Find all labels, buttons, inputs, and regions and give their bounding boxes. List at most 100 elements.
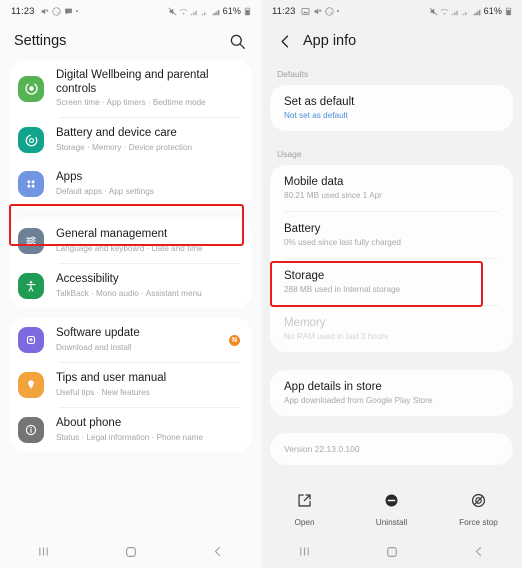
- app-info-list[interactable]: Defaults Set as default Not set as defau…: [261, 60, 522, 465]
- force-stop-button[interactable]: Force stop: [444, 492, 514, 527]
- sidebar-item-apps[interactable]: Apps Default apps · App settings: [9, 162, 252, 209]
- sidebar-item-label: Digital Wellbeing and parental controls: [56, 69, 209, 95]
- app-info-app-bar: App info: [261, 22, 522, 60]
- list-item-battery[interactable]: Battery 0% used since last fully charged: [270, 212, 513, 258]
- nav-bar-right[interactable]: [261, 535, 522, 568]
- battery-percent: 61%: [222, 6, 241, 16]
- sidebar-item-label: About phone: [56, 417, 122, 430]
- chevron-left-icon[interactable]: [275, 31, 295, 51]
- list-item-label: Set as default: [284, 96, 355, 108]
- sidebar-item-accessibility[interactable]: Accessibility TalkBack · Mono audio · As…: [9, 264, 252, 308]
- battery-icon: [243, 7, 252, 16]
- status-bar-left: 11:23 61%: [0, 0, 261, 22]
- settings-app-bar: Settings: [0, 22, 261, 60]
- sidebar-item-label: General management: [56, 228, 168, 241]
- signal-bars-icon: [212, 7, 221, 16]
- wifi-calling-icon: [179, 7, 188, 16]
- open-external-icon: [296, 492, 313, 514]
- list-item-subtitle: 80.21 MB used since 1 Apr: [284, 191, 382, 200]
- battery-care-icon: [18, 127, 44, 153]
- about-phone-icon: [18, 417, 44, 443]
- row-text: General management Language and keyboard…: [56, 228, 240, 254]
- recents-icon[interactable]: [24, 540, 64, 564]
- sidebar-item-subtitle: Storage · Memory · Device protection: [56, 142, 193, 152]
- list-item-storage[interactable]: Storage 288 MB used in Internal storage: [270, 259, 513, 305]
- settings-group-1: Digital Wellbeing and parental controls …: [9, 60, 252, 209]
- status-bar-left-group: 11:23: [272, 5, 340, 17]
- store-card: App details in store App downloaded from…: [270, 370, 513, 416]
- whatsapp-icon: [324, 6, 334, 16]
- row-text: Accessibility TalkBack · Mono audio · As…: [56, 273, 240, 299]
- list-item-set-as-default[interactable]: Set as default Not set as default: [270, 85, 513, 131]
- whatsapp-icon: [51, 6, 61, 16]
- list-item-label: Battery: [284, 223, 321, 235]
- tips-bulb-icon: [18, 372, 44, 398]
- signal-icon: [190, 7, 199, 16]
- image-icon: [301, 7, 310, 16]
- back-icon[interactable]: [198, 540, 238, 564]
- accessibility-icon: [18, 273, 44, 299]
- list-item-label: Mobile data: [284, 176, 344, 188]
- row-text: Software update Download and install: [56, 327, 229, 353]
- software-update-icon: [18, 327, 44, 353]
- row-text: About phone Status · Legal information ·…: [56, 417, 240, 443]
- sidebar-item-subtitle: Language and keyboard · Date and time: [56, 243, 203, 253]
- sidebar-item-subtitle: Download and install: [56, 342, 132, 352]
- row-text: Digital Wellbeing and parental controls …: [56, 69, 240, 108]
- sidebar-item-label: Battery and device care: [56, 127, 177, 140]
- list-item-mobile-data[interactable]: Mobile data 80.21 MB used since 1 Apr: [270, 165, 513, 211]
- sidebar-item-general-management[interactable]: General management Language and keyboard…: [9, 219, 252, 263]
- signal-2-icon: [462, 7, 471, 16]
- section-label-defaults: Defaults: [277, 69, 309, 79]
- battery-icon: [504, 7, 513, 16]
- list-item-app-details-in-store[interactable]: App details in store App downloaded from…: [270, 370, 513, 416]
- signal-2-icon: [201, 7, 210, 16]
- open-button[interactable]: Open: [270, 492, 340, 527]
- sidebar-item-digital-wellbeing[interactable]: Digital Wellbeing and parental controls …: [9, 60, 252, 117]
- app-info-screen: 11:23 61% App info Defaults Set as defau…: [261, 0, 522, 568]
- usage-card: Mobile data 80.21 MB used since 1 Apr Ba…: [270, 165, 513, 352]
- more-dot-icon: [336, 9, 340, 13]
- version-label: Version 22.13.0.100: [284, 444, 360, 454]
- list-item-memory: Memory No RAM used in last 3 hours: [270, 306, 513, 352]
- sidebar-item-label: Apps: [56, 171, 83, 184]
- list-item-label: Storage: [284, 270, 325, 282]
- sidebar-item-tips[interactable]: Tips and user manual Useful tips · New f…: [9, 363, 252, 407]
- general-management-icon: [18, 228, 44, 254]
- sidebar-item-label: Tips and user manual: [56, 372, 167, 385]
- status-bar-right-group: 61%: [429, 6, 513, 16]
- list-item-subtitle: Not set as default: [284, 111, 348, 120]
- messages-icon: [64, 7, 73, 16]
- settings-group-2: General management Language and keyboard…: [9, 219, 252, 308]
- back-icon[interactable]: [459, 540, 499, 564]
- section-label-usage: Usage: [277, 149, 302, 159]
- open-label: Open: [294, 517, 315, 527]
- sidebar-item-subtitle: Default apps · App settings: [56, 186, 154, 196]
- dual-screenshot: 11:23 61% Settings Digital Wellbeing and…: [0, 0, 522, 568]
- home-icon[interactable]: [111, 540, 151, 564]
- uninstall-button[interactable]: Uninstall: [357, 492, 427, 527]
- sidebar-item-subtitle: TalkBack · Mono audio · Assistant menu: [56, 288, 202, 298]
- signal-icon: [451, 7, 460, 16]
- search-icon[interactable]: [227, 31, 247, 51]
- sidebar-item-about-phone[interactable]: About phone Status · Legal information ·…: [9, 408, 252, 452]
- force-stop-icon: [470, 492, 487, 514]
- sidebar-item-battery-device-care[interactable]: Battery and device care Storage · Memory…: [9, 118, 252, 162]
- nav-bar-left[interactable]: [0, 535, 261, 568]
- sidebar-item-subtitle: Useful tips · New features: [56, 387, 150, 397]
- sidebar-item-label: Software update: [56, 327, 140, 340]
- sidebar-item-software-update[interactable]: Software update Download and install N: [9, 318, 252, 362]
- settings-list[interactable]: Digital Wellbeing and parental controls …: [0, 60, 261, 452]
- recents-icon[interactable]: [285, 540, 325, 564]
- version-card: Version 22.13.0.100: [270, 433, 513, 465]
- status-time: 11:23: [272, 5, 296, 17]
- status-time: 11:23: [11, 5, 35, 17]
- defaults-card: Set as default Not set as default: [270, 85, 513, 131]
- list-item-subtitle: 288 MB used in Internal storage: [284, 285, 401, 294]
- app-action-bar: Open Uninstall Force stop: [261, 483, 522, 535]
- list-item-subtitle: No RAM used in last 3 hours: [284, 332, 389, 341]
- home-icon[interactable]: [372, 540, 412, 564]
- uninstall-label: Uninstall: [375, 517, 408, 527]
